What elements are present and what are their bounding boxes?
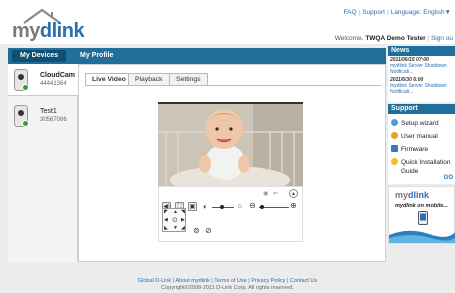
key-icon [391, 158, 398, 165]
user-name: TWQA Demo Tester [365, 35, 426, 42]
pan-home-icon[interactable]: ⊙ [172, 216, 178, 224]
pan-up-icon[interactable]: ▲ [173, 209, 178, 215]
live-video-viewer: ◉ ⇐ ▲ ◀) ⛶ ▣ ◐ ☼ ⊖ ⊕ ◤ ▲ ◥ ◀ ⊙ ▶ ◣ ▼ ◢ ⊚… [158, 102, 303, 242]
snapshot-icon[interactable]: ▣ [188, 202, 197, 211]
news-box: News 2011/06/15 07:00 mydlink Server Shu… [388, 46, 455, 102]
mobile-promo-banner[interactable]: mydlink mydlink on mobile... [388, 186, 455, 244]
header: mydlink FAQ | Support | Language: English▼ W… [0, 0, 455, 44]
pan-left-icon[interactable]: ◀ [164, 217, 168, 223]
manual-icon [391, 132, 398, 139]
online-status-icon [22, 120, 29, 127]
go-button[interactable]: GO [444, 175, 453, 181]
device-name: Test1 [40, 108, 57, 115]
copyright-text: Copyright©2008-2011 D-Link Corp. All rig… [161, 285, 294, 291]
wizard-icon [391, 119, 398, 126]
device-id: 30567086 [40, 117, 67, 123]
mydlink-page: mydlink FAQ | Support | Language: English▼ W… [0, 0, 455, 293]
pan-down-left-icon[interactable]: ◣ [164, 225, 168, 231]
language-selector[interactable]: Language: English▼ [391, 9, 451, 16]
pan-up-right-icon[interactable]: ◥ [181, 209, 185, 215]
pan-down-right-icon[interactable]: ◢ [181, 225, 185, 231]
news-link[interactable]: mydlink Server Shutdown Notificati... [390, 63, 453, 75]
setup-wizard-link[interactable]: Setup wizard [391, 119, 439, 127]
pan-down-icon[interactable]: ▼ [173, 225, 178, 231]
footer: Global D-Link | About mydlink | Terms of… [0, 278, 455, 291]
device-id: 44441364 [40, 81, 67, 87]
zoom-in-icon[interactable]: ⊕ [290, 201, 297, 210]
faq-link[interactable]: FAQ [344, 9, 357, 16]
device-item-cloudcam[interactable]: CloudCam 44441364 [8, 64, 78, 96]
online-status-icon [22, 84, 29, 91]
pan-tilt-pad[interactable]: ◤ ▲ ◥ ◀ ⊙ ▶ ◣ ▼ ◢ [162, 208, 186, 232]
welcome-text: Welcome, TWQA Demo Tester | Sign ou [334, 35, 453, 42]
contrast-icon: ☼ [236, 201, 244, 210]
footer-link-global-dlink[interactable]: Global D-Link [138, 278, 171, 284]
zoom-slider-knob[interactable] [260, 205, 264, 209]
firmware-link[interactable]: Firmware [391, 145, 428, 153]
support-title: Support [388, 104, 455, 114]
audio-out-icon[interactable]: ⇐ [273, 190, 278, 197]
support-link[interactable]: Support [362, 9, 385, 16]
sign-out-link[interactable]: Sign ou [431, 35, 453, 42]
nav-my-profile[interactable]: My Profile [72, 50, 121, 62]
quick-installation-guide-link[interactable]: Quick Installation Guide [391, 158, 451, 176]
news-item[interactable]: 2011/6/30 6:00 mydlink Server Shutdown N… [388, 76, 455, 96]
device-list: CloudCam 44441364 Test1 30567086 [8, 64, 78, 262]
device-panel: Live Video Playback Settings ◉ ⇐ ▲ ◀) ⛶ … [78, 64, 386, 262]
news-link[interactable]: mydlink Server Shutdown Notificati... [390, 83, 453, 95]
welcome-label: Welcome, [334, 35, 364, 42]
news-title: News [388, 46, 455, 56]
footer-link-contact[interactable]: Contact Us [290, 278, 317, 284]
phone-icon [418, 211, 428, 225]
news-item[interactable]: 2011/06/15 07:00 mydlink Server Shutdown… [388, 56, 455, 76]
device-name: CloudCam [40, 72, 75, 79]
footer-link-about[interactable]: About mydlink [175, 278, 210, 284]
patrol-icon[interactable]: ⊚ [193, 226, 200, 235]
main-nav: My Devices My Profile [8, 48, 386, 64]
record-icon[interactable]: ◉ [263, 190, 268, 197]
live-video-feed [158, 102, 303, 186]
pan-up-left-icon[interactable]: ◤ [164, 209, 168, 215]
device-item-test1[interactable]: Test1 30567086 [8, 100, 78, 132]
promo-text: mydlink on mobile... [395, 203, 448, 209]
mydlink-logo[interactable]: mydlink [12, 20, 85, 43]
refresh-icon[interactable]: ⊘ [205, 226, 212, 235]
video-controls: ◉ ⇐ ▲ ◀) ⛶ ▣ ◐ ☼ ⊖ ⊕ ◤ ▲ ◥ ◀ ⊙ ▶ ◣ ▼ ◢ ⊚… [158, 186, 303, 242]
nav-my-devices[interactable]: My Devices [12, 50, 67, 62]
promo-wave-graphic [389, 230, 455, 243]
footer-link-terms[interactable]: Terms of Use [214, 278, 246, 284]
zoom-out-icon[interactable]: ⊖ [249, 201, 256, 210]
footer-link-privacy[interactable]: Privacy Policy [251, 278, 285, 284]
user-manual-link[interactable]: User manual [391, 132, 438, 140]
firmware-icon [391, 145, 398, 152]
tab-divider [85, 85, 381, 86]
top-links: FAQ | Support | Language: English▼ [343, 9, 452, 16]
pan-right-icon[interactable]: ▶ [181, 217, 185, 223]
brightness-slider-knob[interactable] [220, 205, 224, 209]
promo-logo: mydlink [395, 190, 430, 200]
brightness-icon: ◐ [203, 202, 208, 211]
expand-icon[interactable]: ▲ [289, 189, 298, 198]
support-box: Support Setup wizard User manual Firmwar… [388, 104, 455, 184]
